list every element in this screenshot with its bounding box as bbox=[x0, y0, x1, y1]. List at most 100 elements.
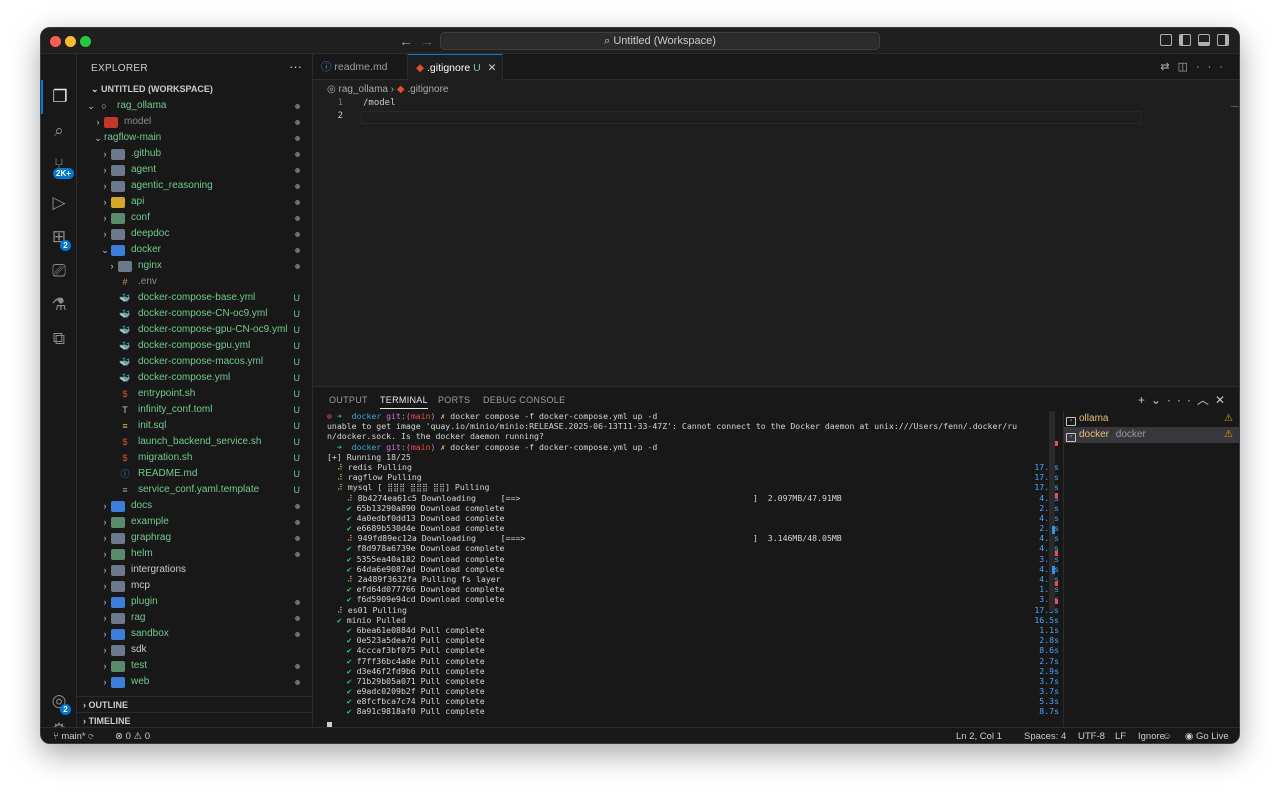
tab-output[interactable]: OUTPUT bbox=[329, 395, 368, 405]
tree-item[interactable]: › .github bbox=[77, 146, 312, 162]
close-window-button[interactable] bbox=[50, 36, 61, 47]
timeline-section[interactable]: › TIMELINE bbox=[77, 712, 312, 727]
tree-item[interactable]: › model bbox=[77, 114, 312, 130]
more-actions-icon[interactable]: ··· bbox=[289, 59, 302, 74]
tree-item[interactable]: › conf bbox=[77, 210, 312, 226]
remote-explorer-icon[interactable]: ⎚ bbox=[41, 254, 77, 288]
tree-item[interactable]: › helm bbox=[77, 546, 312, 562]
tab-readme[interactable]: ⓘ readme.md bbox=[313, 54, 408, 80]
problems-status[interactable]: ⊗ 0 ⚠ 0 bbox=[115, 728, 150, 743]
encoding[interactable]: UTF-8 bbox=[1078, 728, 1105, 743]
tree-item[interactable]: › sdk bbox=[77, 642, 312, 658]
chevron-right-icon[interactable]: › bbox=[99, 210, 111, 226]
tree-item[interactable]: › mcp bbox=[77, 578, 312, 594]
search-activity-icon[interactable]: ⌕ bbox=[41, 114, 77, 148]
terminal-scrollbar[interactable] bbox=[1049, 411, 1059, 725]
tab-ports[interactable]: PORTS bbox=[438, 395, 470, 405]
toggle-primary-sidebar-icon[interactable] bbox=[1179, 34, 1191, 46]
more-actions-icon[interactable]: ··· bbox=[1196, 61, 1231, 73]
tree-item[interactable]: › example bbox=[77, 514, 312, 530]
tab-debug-console[interactable]: DEBUG CONSOLE bbox=[483, 395, 565, 405]
back-arrow-icon[interactable]: ← bbox=[399, 33, 413, 49]
tree-item[interactable]: › deepdoc bbox=[77, 226, 312, 242]
tree-item[interactable]: ⓘ README.md U bbox=[77, 466, 312, 482]
maximize-window-button[interactable] bbox=[80, 36, 91, 47]
chevron-right-icon[interactable]: › bbox=[99, 642, 111, 658]
terminal-output[interactable]: ⊗ ➜ docker git:(main) ✗ docker compose -… bbox=[327, 411, 1059, 731]
copilot-icon[interactable]: ☺ bbox=[1162, 728, 1172, 743]
tree-item[interactable]: $ entrypoint.sh U bbox=[77, 386, 312, 402]
chevron-right-icon[interactable]: › bbox=[99, 562, 111, 578]
explorer-icon[interactable]: ❐ bbox=[41, 80, 77, 114]
open-changes-icon[interactable]: ⇄ bbox=[1160, 61, 1177, 73]
chevron-down-icon[interactable]: ⌄ bbox=[85, 98, 97, 114]
tree-item[interactable]: ≡ init.sql U bbox=[77, 418, 312, 434]
chevron-right-icon[interactable]: › bbox=[99, 610, 111, 626]
customize-layout-icon[interactable] bbox=[1160, 34, 1172, 46]
chevron-right-icon[interactable]: › bbox=[99, 594, 111, 610]
tree-item[interactable]: › sandbox bbox=[77, 626, 312, 642]
tree-item[interactable]: ⌄ docker bbox=[77, 242, 312, 258]
more-actions-icon[interactable]: ··· bbox=[1167, 393, 1197, 407]
chevron-down-icon[interactable]: ⌄ bbox=[92, 130, 104, 146]
close-panel-icon[interactable]: ✕ bbox=[1215, 393, 1231, 407]
tab-gitignore[interactable]: ◆ .gitignore U ✕ bbox=[408, 54, 503, 80]
command-center-search[interactable]: ⌕ Untitled (Workspace) bbox=[440, 32, 880, 50]
indentation[interactable]: Spaces: 4 bbox=[1024, 728, 1066, 743]
tree-item[interactable]: › rag bbox=[77, 610, 312, 626]
chevron-right-icon[interactable]: › bbox=[92, 114, 104, 130]
close-tab-icon[interactable]: ✕ bbox=[488, 62, 497, 74]
source-control-icon[interactable]: ⑂ 2K+ bbox=[41, 148, 77, 182]
new-terminal-icon[interactable]: +⌄ bbox=[1138, 393, 1167, 407]
go-live-button[interactable]: ◉ Go Live bbox=[1185, 728, 1229, 743]
tree-item[interactable]: › agentic_reasoning bbox=[77, 178, 312, 194]
extensions-icon[interactable]: ⊞ 2 bbox=[41, 220, 77, 254]
tree-item[interactable]: › web bbox=[77, 674, 312, 690]
tree-item[interactable]: $ migration.sh U bbox=[77, 450, 312, 466]
tree-item[interactable]: # .env bbox=[77, 274, 312, 290]
terminal-item-ollama[interactable]: › ollama ⚠ bbox=[1064, 411, 1239, 427]
chevron-right-icon[interactable]: › bbox=[99, 578, 111, 594]
terminal-item-docker[interactable]: › docker docker ⚠ bbox=[1064, 427, 1239, 443]
chevron-right-icon[interactable]: › bbox=[99, 194, 111, 210]
minimize-window-button[interactable] bbox=[65, 36, 76, 47]
chevron-right-icon[interactable]: › bbox=[99, 530, 111, 546]
tree-item[interactable]: Tinfinity_conf.toml U bbox=[77, 402, 312, 418]
split-editor-icon[interactable]: ◫ bbox=[1178, 61, 1196, 73]
chevron-right-icon[interactable]: › bbox=[99, 674, 111, 690]
cursor-position[interactable]: Ln 2, Col 1 bbox=[956, 728, 1002, 743]
tree-item[interactable]: $ launch_backend_service.sh U bbox=[77, 434, 312, 450]
tab-terminal[interactable]: TERMINAL bbox=[380, 395, 428, 409]
testing-icon[interactable]: ⚗ bbox=[41, 288, 77, 322]
tree-item[interactable]: › intergrations bbox=[77, 562, 312, 578]
tree-item[interactable]: ≡ service_conf.yaml.template U bbox=[77, 482, 312, 498]
tree-item[interactable]: › agent bbox=[77, 162, 312, 178]
chevron-right-icon[interactable]: › bbox=[99, 658, 111, 674]
forward-arrow-icon[interactable]: → bbox=[420, 33, 434, 49]
tree-item[interactable]: › api bbox=[77, 194, 312, 210]
chevron-right-icon[interactable]: › bbox=[99, 226, 111, 242]
tree-item[interactable]: › docs bbox=[77, 498, 312, 514]
breadcrumb-item[interactable]: rag_ollama bbox=[339, 84, 388, 95]
chevron-down-icon[interactable]: ⌄ bbox=[99, 242, 111, 258]
tree-item[interactable]: 🐳 docker-compose-gpu.yml U bbox=[77, 338, 312, 354]
breadcrumb-item[interactable]: .gitignore bbox=[407, 84, 448, 95]
chevron-right-icon[interactable]: › bbox=[99, 146, 111, 162]
chevron-right-icon[interactable]: › bbox=[106, 258, 118, 274]
tree-item[interactable]: › nginx bbox=[77, 258, 312, 274]
chevron-right-icon[interactable]: › bbox=[99, 514, 111, 530]
chevron-right-icon[interactable]: › bbox=[99, 162, 111, 178]
chevron-right-icon[interactable]: › bbox=[99, 498, 111, 514]
tree-item[interactable]: 🐳 docker-compose.yml U bbox=[77, 370, 312, 386]
docker-extension-icon[interactable]: ⧉ bbox=[41, 322, 77, 356]
chevron-right-icon[interactable]: › bbox=[99, 178, 111, 194]
tree-item[interactable]: ⌄ ○ rag_ollama bbox=[77, 98, 312, 114]
toggle-secondary-sidebar-icon[interactable] bbox=[1217, 34, 1229, 46]
tree-item[interactable]: 🐳 docker-compose-base.yml U bbox=[77, 290, 312, 306]
toggle-panel-icon[interactable] bbox=[1198, 34, 1210, 46]
branch-status[interactable]: ⑂ main* ⟳ bbox=[53, 728, 94, 743]
tree-item[interactable]: 🐳 docker-compose-macos.yml U bbox=[77, 354, 312, 370]
chevron-right-icon[interactable]: › bbox=[99, 546, 111, 562]
tree-item[interactable]: › plugin bbox=[77, 594, 312, 610]
tree-item[interactable]: 🐳 docker-compose-gpu-CN-oc9.yml U bbox=[77, 322, 312, 338]
